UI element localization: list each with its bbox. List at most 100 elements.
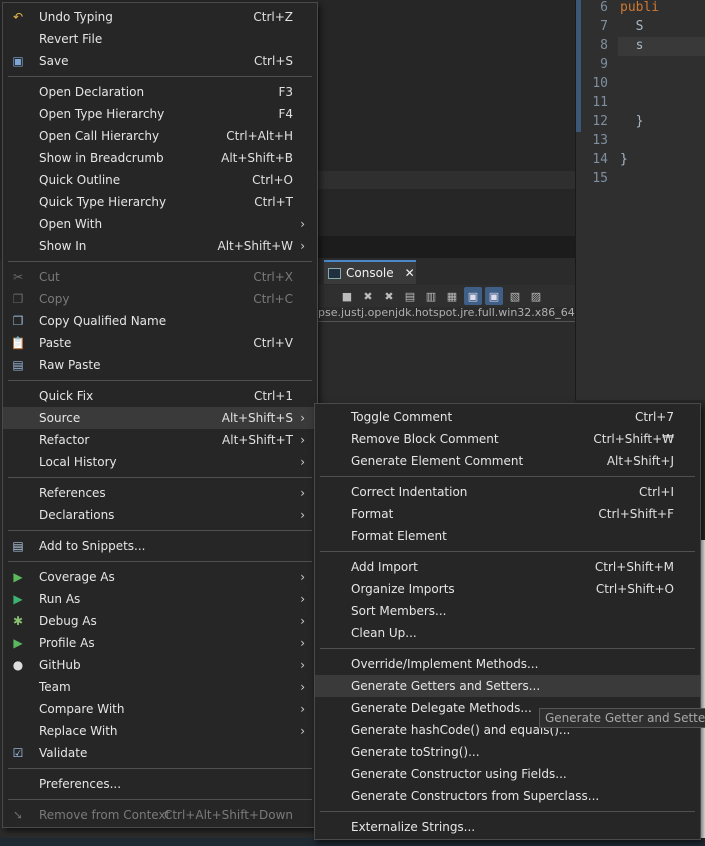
word-wrap-icon[interactable]: ▦ xyxy=(443,287,461,305)
menu-item-open-declaration[interactable]: Open Declaration F3 xyxy=(3,81,317,103)
chevron-right-icon: › xyxy=(300,636,305,650)
code-line: 13 xyxy=(576,133,705,152)
chevron-right-icon: › xyxy=(300,658,305,672)
menu-item-shortcut: Ctrl+Alt+H xyxy=(226,129,293,143)
chevron-right-icon: › xyxy=(300,592,305,606)
menu-item-label: Validate xyxy=(39,746,88,760)
menu-item-replace-with[interactable]: Replace With › xyxy=(3,720,317,742)
menu-item-undo-typing[interactable]: ↶ Undo Typing Ctrl+Z xyxy=(3,6,317,28)
line-number: 10 xyxy=(592,76,608,91)
menu-item-run-as[interactable]: ▶ Run As › xyxy=(3,588,317,610)
menu-item-remove-from-context[interactable]: ➘ Remove from Context Ctrl+Alt+Shift+Down xyxy=(3,804,317,826)
chevron-right-icon: › xyxy=(300,724,305,738)
menu-item-remove-block-comment[interactable]: Remove Block Comment Ctrl+Shift+₩ xyxy=(315,428,700,450)
menu-item-label: Quick Outline xyxy=(39,173,121,187)
terminate-icon[interactable]: ■ xyxy=(338,287,356,305)
menu-item-coverage-as[interactable]: ▶ Coverage As › xyxy=(3,566,317,588)
menu-item-open-call-hierarchy[interactable]: Open Call Hierarchy Ctrl+Alt+H xyxy=(3,125,317,147)
show-on-error-icon[interactable]: ▣ xyxy=(485,287,503,305)
menu-item-team[interactable]: Team › xyxy=(3,676,317,698)
menu-item-toggle-comment[interactable]: Toggle Comment Ctrl+7 xyxy=(315,406,700,428)
menu-item-generate-tostring[interactable]: Generate toString()... xyxy=(315,741,700,763)
menu-item-label: Cut xyxy=(39,270,60,284)
menu-item-externalize-strings[interactable]: Externalize Strings... xyxy=(315,816,700,838)
menu-item-label: Generate Element Comment xyxy=(351,454,524,468)
console-toolbar: ■ ✖ ✖ ▤ ▥ ▦ ▣ ▣ ▧ ▨ xyxy=(318,285,575,307)
clear-console-icon[interactable]: ▤ xyxy=(401,287,419,305)
menu-item-label: Copy Qualified Name xyxy=(39,314,167,328)
menu-item-label: Clean Up... xyxy=(351,626,417,640)
menu-separator xyxy=(3,557,317,566)
console-icon xyxy=(328,267,341,279)
menu-item-quick-outline[interactable]: Quick Outline Ctrl+O xyxy=(3,169,317,191)
remove-context-icon: ➘ xyxy=(12,808,24,822)
menu-item-revert-file[interactable]: Revert File xyxy=(3,28,317,50)
menu-item-raw-paste[interactable]: ▤ Raw Paste xyxy=(3,354,317,376)
menu-item-validate[interactable]: ☑ Validate xyxy=(3,742,317,764)
menu-item-label: Toggle Comment xyxy=(351,410,453,424)
menu-item-generate-constructor-using-fields[interactable]: Generate Constructor using Fields... xyxy=(315,763,700,785)
menu-item-label: Replace With xyxy=(39,724,118,738)
menu-item-preferences[interactable]: Preferences... xyxy=(3,773,317,795)
menu-item-quick-fix[interactable]: Quick Fix Ctrl+1 xyxy=(3,385,317,407)
menu-item-show-in-breadcrumb[interactable]: Show in Breadcrumb Alt+Shift+B xyxy=(3,147,317,169)
tab-console[interactable]: Console ✕ xyxy=(324,260,416,284)
menu-item-paste[interactable]: 📋 Paste Ctrl+V xyxy=(3,332,317,354)
menu-item-refactor[interactable]: Refactor Alt+Shift+T › xyxy=(3,429,317,451)
code-line: 6 publi xyxy=(576,0,705,19)
menu-item-format[interactable]: Format Ctrl+Shift+F xyxy=(315,503,700,525)
menu-item-add-import[interactable]: Add Import Ctrl+Shift+M xyxy=(315,556,700,578)
menu-item-correct-indentation[interactable]: Correct Indentation Ctrl+I xyxy=(315,481,700,503)
line-number: 11 xyxy=(592,95,608,110)
menu-item-label: Generate Getters and Setters... xyxy=(351,679,541,693)
menu-item-clean-up[interactable]: Clean Up... xyxy=(315,622,700,644)
code-line: 8 s xyxy=(576,38,705,57)
menu-item-label: Generate Delegate Methods... xyxy=(351,701,532,715)
snippets-icon: ▤ xyxy=(12,539,24,553)
remove-launch-icon[interactable]: ✖ xyxy=(359,287,377,305)
menu-item-quick-type-hierarchy[interactable]: Quick Type Hierarchy Ctrl+T xyxy=(3,191,317,213)
menu-item-generate-getters-and-setters[interactable]: Generate Getters and Setters... xyxy=(315,675,700,697)
menu-item-label: Source xyxy=(39,411,81,425)
menu-item-github[interactable]: ● GitHub › xyxy=(3,654,317,676)
menu-item-profile-as[interactable]: ▶ Profile As › xyxy=(3,632,317,654)
menu-item-shortcut: Ctrl+S xyxy=(253,54,293,68)
code-editor[interactable]: 6 publi 7 S8 s 9 10 11 12 } 13 14} 15 xyxy=(575,0,705,400)
menu-item-compare-with[interactable]: Compare With › xyxy=(3,698,317,720)
menu-item-cut[interactable]: ✂ Cut Ctrl+X xyxy=(3,266,317,288)
menu-item-add-to-snippets[interactable]: ▤ Add to Snippets... xyxy=(3,535,317,557)
show-on-output-icon[interactable]: ▣ xyxy=(464,287,482,305)
menu-item-source[interactable]: Source Alt+Shift+S › xyxy=(3,407,317,429)
menu-item-sort-members[interactable]: Sort Members... xyxy=(315,600,700,622)
menu-item-local-history[interactable]: Local History › xyxy=(3,451,317,473)
menu-item-generate-element-comment[interactable]: Generate Element Comment Alt+Shift+J xyxy=(315,450,700,472)
remove-all-terminated-icon[interactable]: ✖ xyxy=(380,287,398,305)
menu-item-save[interactable]: ▣ Save Ctrl+S xyxy=(3,50,317,72)
scroll-lock-icon[interactable]: ▥ xyxy=(422,287,440,305)
menu-item-show-in[interactable]: Show In Alt+Shift+W › xyxy=(3,235,317,257)
menu-item-label: Remove from Context xyxy=(39,808,171,822)
menu-item-shortcut: Alt+Shift+W xyxy=(217,239,294,253)
menu-item-override-implement-methods[interactable]: Override/Implement Methods... xyxy=(315,653,700,675)
menu-item-label: Copy xyxy=(39,292,70,306)
menu-item-references[interactable]: References › xyxy=(3,482,317,504)
menu-item-label: Open Declaration xyxy=(39,85,145,99)
menu-item-copy-qualified-name[interactable]: ❐ Copy Qualified Name xyxy=(3,310,317,332)
code-line: 12 } xyxy=(576,114,705,133)
menu-item-label: Refactor xyxy=(39,433,90,447)
menu-item-declarations[interactable]: Declarations › xyxy=(3,504,317,526)
menu-item-copy[interactable]: ❐ Copy Ctrl+C xyxy=(3,288,317,310)
menu-item-format-element[interactable]: Format Element xyxy=(315,525,700,547)
code-text: } xyxy=(620,114,644,129)
display-console-icon[interactable]: ▨ xyxy=(527,287,545,305)
menu-item-open-with[interactable]: Open With › xyxy=(3,213,317,235)
menu-item-generate-constructors-from-superclass[interactable]: Generate Constructors from Superclass... xyxy=(315,785,700,807)
close-icon[interactable]: ✕ xyxy=(405,266,415,280)
menu-item-open-type-hierarchy[interactable]: Open Type Hierarchy F4 xyxy=(3,103,317,125)
copy-icon: ❐ xyxy=(12,292,24,306)
menu-item-organize-imports[interactable]: Organize Imports Ctrl+Shift+O xyxy=(315,578,700,600)
menu-item-debug-as[interactable]: ✱ Debug As › xyxy=(3,610,317,632)
pin-console-icon[interactable]: ▧ xyxy=(506,287,524,305)
menu-separator xyxy=(315,472,700,481)
menu-separator xyxy=(3,257,317,266)
